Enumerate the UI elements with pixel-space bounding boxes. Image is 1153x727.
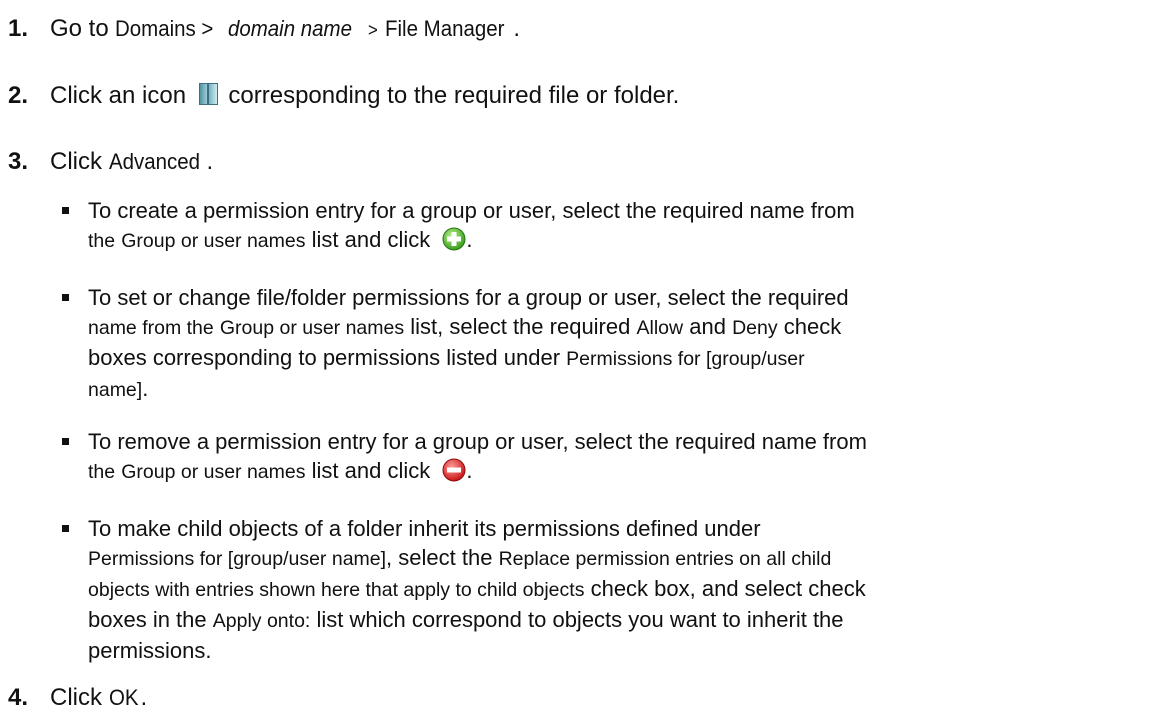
folder-permissions-icon: [198, 83, 218, 105]
bullet-line: objects with entries shown here that app…: [88, 576, 866, 601]
bullet-line: boxes corresponding to permissions liste…: [88, 345, 805, 370]
step-text-after: corresponding to the required file or fo…: [228, 82, 680, 109]
ui-path-file-manager: File Manager: [385, 16, 505, 41]
ui-path-sep: >: [367, 20, 378, 40]
ui-permissions-for: Permissions for [group/user: [566, 348, 805, 370]
bullet-line: Permissions for [group/user name], selec…: [88, 545, 832, 570]
step-number: 1.: [8, 15, 29, 42]
bullet-line: To remove a permission entry for a group…: [88, 429, 867, 454]
step-3: 3. Click Advanced.: [8, 147, 213, 177]
ui-path-domain-name: domain name: [227, 16, 352, 41]
step-end: .: [140, 684, 148, 711]
step-number: 4.: [8, 684, 29, 711]
ui-replace-checkbox-label: Replace permission entries on all child: [498, 548, 832, 570]
ui-group-user-names: Group or user names: [121, 461, 306, 483]
step-text: Go to: [50, 15, 109, 42]
bullet-create-permission: To create a permission entry for a group…: [62, 196, 1118, 256]
step-text: Click: [50, 684, 102, 711]
step-1: 1. Go to Domains > domain name > File Man…: [8, 14, 520, 45]
step-2: 2. Click an icon corresponding to the req…: [8, 81, 679, 111]
bullet-line: the Group or user names list and click .: [88, 227, 473, 252]
bullet-line: To make child objects of a folder inheri…: [88, 516, 761, 541]
bullet-line: the Group or user names list and click .: [88, 458, 473, 483]
bullet-marker: [62, 525, 69, 532]
bullet-set-permissions: To set or change file/folder permissions…: [62, 283, 1118, 405]
ui-allow: Allow: [636, 317, 684, 339]
step-text: Click an icon: [50, 82, 187, 109]
bullet-marker: [62, 294, 69, 301]
step-4: 4. Click OK.: [8, 683, 147, 713]
bullet-remove-permission: To remove a permission entry for a group…: [62, 427, 1118, 487]
ui-group-user-names: Group or user names: [121, 230, 306, 252]
document-page: 1. Go to Domains > domain name > File Man…: [0, 0, 1153, 727]
minus-icon: [442, 458, 466, 482]
plus-icon: [442, 227, 466, 251]
ui-permissions-for: Permissions for [group/user name]: [88, 548, 387, 570]
ui-advanced: Advanced: [108, 149, 200, 174]
step-number: 3.: [8, 148, 29, 175]
ui-apply-onto: Apply onto:: [212, 610, 311, 632]
ui-ok: OK: [108, 685, 139, 710]
step-end: .: [206, 148, 214, 175]
bullet-line: name].: [88, 376, 149, 401]
step-text: Click: [50, 148, 102, 175]
bullet-marker: [62, 207, 69, 214]
step-end: .: [513, 15, 521, 42]
bullet-line: name from the Group or user names list, …: [88, 314, 842, 339]
ui-deny: Deny: [732, 317, 778, 339]
bullet-marker: [62, 438, 69, 445]
bullet-line: To set or change file/folder permissions…: [88, 285, 849, 310]
ui-group-user-names: Group or user names: [219, 317, 405, 339]
ui-path-domains: Domains >: [115, 16, 214, 41]
bullet-line: To create a permission entry for a group…: [88, 198, 855, 223]
bullet-line: boxes in the Apply onto: list which corr…: [88, 607, 844, 632]
step-number: 2.: [8, 82, 29, 109]
bullet-line: permissions.: [88, 638, 212, 663]
bullet-inherit-permissions: To make child objects of a folder inheri…: [62, 514, 1118, 665]
